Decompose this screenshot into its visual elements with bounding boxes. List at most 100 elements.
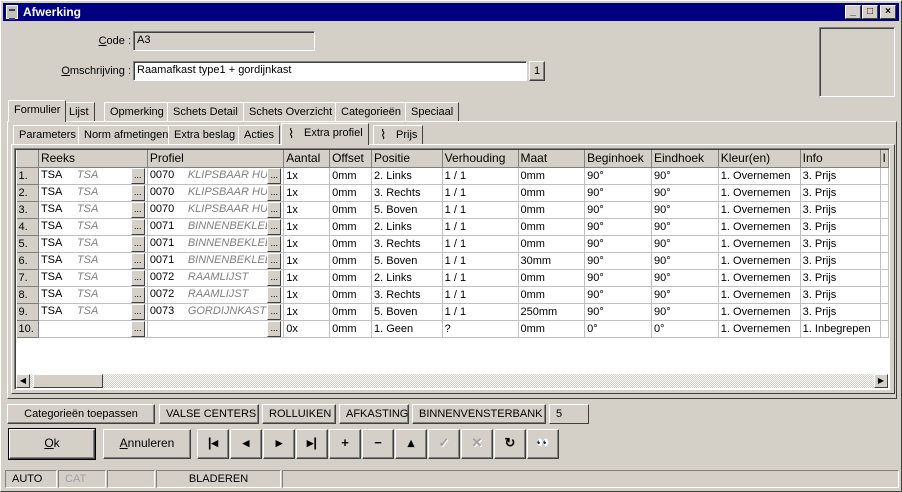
cell-positie[interactable]: 3. Rechts bbox=[371, 184, 443, 202]
profiel-lookup-button[interactable]: ... bbox=[267, 235, 282, 251]
cell-extra[interactable] bbox=[880, 201, 889, 219]
cell-eind[interactable]: 90° bbox=[651, 252, 719, 270]
language-badge[interactable]: 1 bbox=[529, 61, 545, 81]
cell-kleur[interactable]: 1. Overnemen bbox=[718, 286, 801, 304]
title-bar[interactable]: Afwerking _ □ × bbox=[3, 3, 899, 21]
cell-reeks[interactable]: TSA TSA... bbox=[38, 184, 148, 202]
cell-info[interactable]: 3. Prijs bbox=[800, 235, 881, 253]
cell-info[interactable]: 3. Prijs bbox=[800, 201, 881, 219]
cell-verhouding[interactable]: 1 / 1 bbox=[442, 252, 519, 270]
cell-verhouding[interactable]: 1 / 1 bbox=[442, 184, 519, 202]
cell-profiel[interactable]: 0071 BINNENBEKLED... bbox=[147, 252, 285, 270]
cell-kleur[interactable]: 1. Overnemen bbox=[718, 184, 801, 202]
cell-profiel[interactable]: 0070 KLIPSBAAR HU(... bbox=[147, 184, 285, 202]
cell-maat[interactable]: 0mm bbox=[518, 320, 586, 338]
cell-eind[interactable]: 90° bbox=[651, 201, 719, 219]
table-row[interactable]: 6. TSA TSA... 0071 BINNENBEKLED... 1x 0mm 5. Bo… bbox=[16, 252, 889, 270]
cell-extra[interactable] bbox=[880, 269, 889, 287]
cell-maat[interactable]: 0mm bbox=[518, 286, 586, 304]
cell-profiel[interactable]: 0070 KLIPSBAAR HU(... bbox=[147, 201, 285, 219]
reeks-lookup-button[interactable]: ... bbox=[130, 320, 145, 336]
cell-offset[interactable]: 0mm bbox=[329, 252, 372, 270]
cell-extra[interactable] bbox=[880, 252, 889, 270]
cell-info[interactable]: 3. Prijs bbox=[800, 184, 881, 202]
cell-maat[interactable]: 0mm bbox=[518, 201, 586, 219]
reeks-lookup-button[interactable]: ... bbox=[130, 235, 145, 251]
cell-info[interactable]: 3. Prijs bbox=[800, 303, 881, 321]
cell-offset[interactable]: 0mm bbox=[329, 286, 372, 304]
cell-profiel[interactable]: 0073 GORDIJNKAST... bbox=[147, 303, 285, 321]
cell-eind[interactable]: 90° bbox=[651, 303, 719, 321]
tab-speciaal[interactable]: Speciaal bbox=[405, 102, 460, 122]
profiel-lookup-button[interactable]: ... bbox=[267, 269, 282, 285]
cell-info[interactable]: 1. Inbegrepen bbox=[800, 320, 881, 338]
header-verhouding[interactable]: Verhouding bbox=[441, 150, 519, 168]
cell-reeks[interactable]: ... bbox=[38, 320, 148, 338]
ok-button[interactable]: Ok bbox=[8, 428, 96, 460]
cell-begin[interactable]: 90° bbox=[584, 235, 652, 253]
previous-record-icon[interactable]: ◂ bbox=[230, 429, 262, 459]
cell-info[interactable]: 3. Prijs bbox=[800, 167, 881, 185]
header-positie[interactable]: Positie bbox=[371, 150, 443, 168]
cell-begin[interactable]: 90° bbox=[584, 201, 652, 219]
tab-lijst[interactable]: Lijst bbox=[63, 102, 95, 122]
cell-profiel[interactable]: 0072 RAAMLIJST... bbox=[147, 269, 285, 287]
horizontal-scrollbar[interactable]: ◀ ▶ bbox=[16, 374, 888, 388]
cell-maat[interactable]: 0mm bbox=[518, 184, 586, 202]
cell-eind[interactable]: 90° bbox=[651, 167, 719, 185]
cell-maat[interactable]: 30mm bbox=[518, 252, 586, 270]
subtab-acties[interactable]: Acties bbox=[238, 125, 280, 145]
header-info[interactable]: Info bbox=[799, 150, 881, 168]
header-maat[interactable]: Maat bbox=[517, 150, 586, 168]
table-row[interactable]: 8. TSA TSA... 0072 RAAMLIJST... 1x 0mm 3. Recht… bbox=[16, 286, 889, 304]
cell-begin[interactable]: 90° bbox=[584, 184, 652, 202]
cell-aantal[interactable]: 1x bbox=[283, 303, 331, 321]
tab-schets-overzicht[interactable]: Schets Overzicht bbox=[243, 102, 339, 122]
cell-eind[interactable]: 90° bbox=[651, 269, 719, 287]
cell-aantal[interactable]: 1x bbox=[283, 252, 331, 270]
first-record-icon[interactable]: |◂ bbox=[197, 429, 229, 459]
cell-aantal[interactable]: 1x bbox=[283, 269, 331, 287]
cell-reeks[interactable]: TSA TSA... bbox=[38, 235, 148, 253]
tab-opmerking[interactable]: Opmerking bbox=[104, 102, 170, 122]
refresh-icon[interactable]: ↻ bbox=[494, 429, 526, 459]
cell-verhouding[interactable]: 1 / 1 bbox=[442, 201, 519, 219]
cell-verhouding[interactable]: 1 / 1 bbox=[442, 269, 519, 287]
header-beginhoek[interactable]: Beginhoek bbox=[584, 150, 652, 168]
cell-aantal[interactable]: 0x bbox=[283, 320, 331, 338]
filter-rolluiken[interactable]: ROLLUIKEN bbox=[262, 404, 336, 424]
cell-eind[interactable]: 90° bbox=[651, 218, 719, 236]
table-row[interactable]: 1. TSA TSA... 0070 KLIPSBAAR HU(... 1x 0mm 2. L… bbox=[16, 167, 889, 185]
cell-profiel[interactable]: 0071 BINNENBEKLED... bbox=[147, 218, 285, 236]
reeks-lookup-button[interactable]: ... bbox=[130, 252, 145, 268]
header-eindhoek[interactable]: Eindhoek bbox=[651, 150, 719, 168]
cell-verhouding[interactable]: ? bbox=[442, 320, 519, 338]
cell-extra[interactable] bbox=[880, 286, 889, 304]
cell-eind[interactable]: 90° bbox=[651, 286, 719, 304]
cell-offset[interactable]: 0mm bbox=[329, 303, 372, 321]
table-row[interactable]: 3. TSA TSA... 0070 KLIPSBAAR HU(... 1x 0mm 5. B… bbox=[16, 201, 889, 219]
header-aantal[interactable]: Aantal bbox=[283, 150, 331, 168]
reeks-lookup-button[interactable]: ... bbox=[130, 269, 145, 285]
cell-positie[interactable]: 2. Links bbox=[371, 167, 443, 185]
subtab-norm-afmetingen[interactable]: Norm afmetingen bbox=[78, 125, 175, 145]
cell-extra[interactable] bbox=[880, 303, 889, 321]
cell-aantal[interactable]: 1x bbox=[283, 235, 331, 253]
reeks-lookup-button[interactable]: ... bbox=[130, 218, 145, 234]
cell-kleur[interactable]: 1. Overnemen bbox=[718, 303, 801, 321]
maximize-button[interactable]: □ bbox=[862, 5, 878, 19]
cell-maat[interactable]: 0mm bbox=[518, 167, 586, 185]
scroll-left-arrow-icon[interactable]: ◀ bbox=[16, 374, 30, 388]
profiel-lookup-button[interactable]: ... bbox=[267, 201, 282, 217]
cell-profiel[interactable]: 0071 BINNENBEKLED... bbox=[147, 235, 285, 253]
cell-positie[interactable]: 5. Boven bbox=[371, 303, 443, 321]
profiel-lookup-button[interactable]: ... bbox=[267, 184, 282, 200]
cell-positie[interactable]: 3. Rechts bbox=[371, 235, 443, 253]
cell-offset[interactable]: 0mm bbox=[329, 320, 372, 338]
header-offset[interactable]: Offset bbox=[329, 150, 372, 168]
cell-info[interactable]: 3. Prijs bbox=[800, 218, 881, 236]
profiel-lookup-button[interactable]: ... bbox=[267, 286, 282, 302]
cell-reeks[interactable]: TSA TSA... bbox=[38, 218, 148, 236]
cell-verhouding[interactable]: 1 / 1 bbox=[442, 303, 519, 321]
tab-formulier[interactable]: Formulier bbox=[8, 100, 67, 122]
